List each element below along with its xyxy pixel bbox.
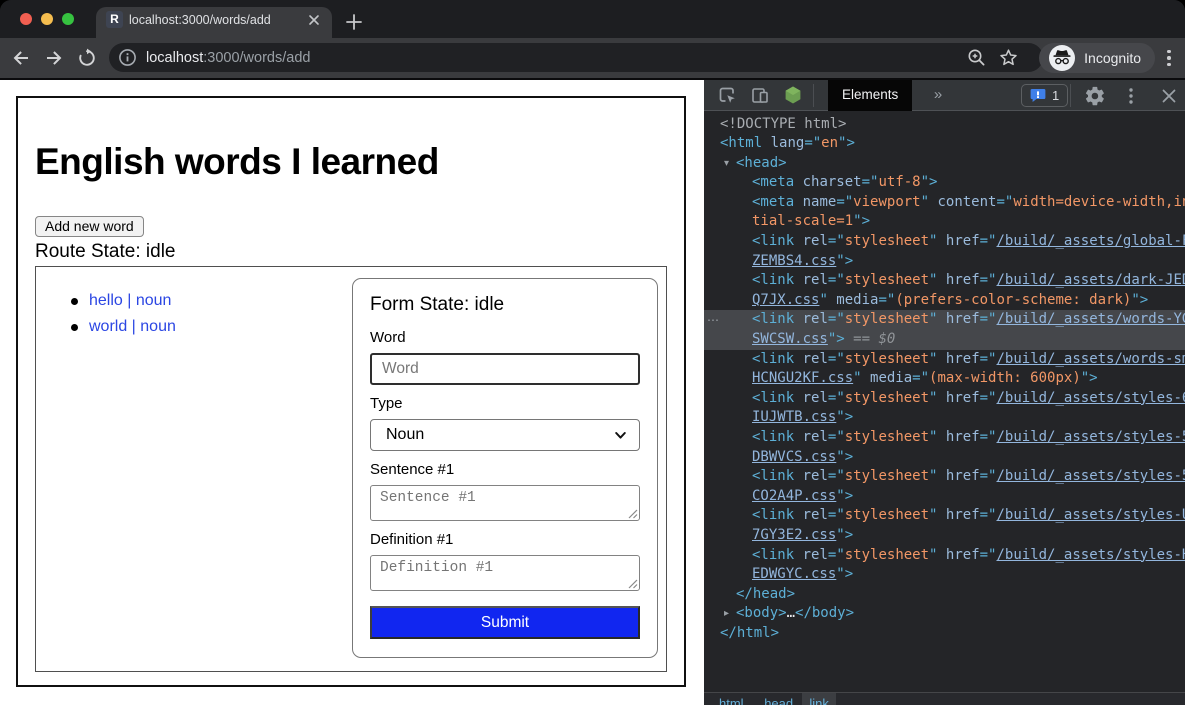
type-select-value: Noun (386, 426, 424, 444)
dom-node-line[interactable]: <html lang="en"> (704, 134, 1185, 154)
dom-node-line[interactable]: <!DOCTYPE html> (704, 115, 1185, 135)
page-viewport: English words I learned Add new word Rou… (0, 80, 704, 705)
zoom-icon[interactable] (967, 48, 986, 67)
browser-menu-kebab-icon[interactable] (1159, 47, 1179, 69)
dom-node-line[interactable]: <meta charset="utf-8"> (704, 173, 1185, 193)
definition-label: Definition #1 (370, 531, 640, 549)
submit-button[interactable]: Submit (370, 606, 640, 639)
words-panel: hello | noun world | noun Form State: id… (35, 266, 667, 672)
add-word-form: Form State: idle Word Type Noun Sentence… (352, 278, 658, 658)
more-tabs-icon[interactable]: » (927, 83, 949, 107)
toolbar-separator (813, 84, 814, 107)
toolbar-separator (1070, 84, 1071, 107)
definition-textarea[interactable] (370, 555, 640, 591)
dom-node-line[interactable]: <link rel="stylesheet" href="/build/_ass… (704, 506, 1185, 526)
dom-node-line[interactable]: <link rel="stylesheet" href="/build/_ass… (704, 232, 1185, 252)
add-new-word-button[interactable]: Add new word (35, 216, 144, 237)
devtools-panel: Elements » 1 (704, 80, 1185, 705)
tab-close-icon[interactable] (306, 12, 322, 28)
browser-window: R localhost:3000/words/add (0, 0, 1185, 705)
new-tab-button[interactable] (340, 8, 368, 36)
breadcrumb-html[interactable]: html (712, 693, 751, 705)
sentence-label: Sentence #1 (370, 461, 640, 479)
url-text[interactable]: localhost:3000/words/add (146, 49, 310, 67)
dom-node-line[interactable]: DBWVCS.css"> (704, 448, 1185, 468)
issues-chat-icon (1030, 88, 1046, 103)
bookmark-star-icon[interactable] (998, 47, 1019, 68)
word-link-hello[interactable]: hello | noun (89, 292, 171, 309)
route-state-text: Route State: idle (35, 241, 175, 263)
dom-node-line-selected[interactable]: SWCSW.css"> == $0 (704, 330, 1185, 350)
traffic-light-minimize-button[interactable] (41, 13, 53, 25)
devtools-breadcrumbs: html headlink (704, 692, 1185, 705)
reload-button-icon[interactable] (76, 47, 98, 69)
tab-strip: R localhost:3000/words/add (0, 0, 1185, 38)
inspect-element-icon[interactable] (717, 85, 737, 105)
site-info-icon[interactable] (118, 48, 137, 67)
dom-node-line[interactable]: <link rel="stylesheet" href="/build/_ass… (704, 428, 1185, 448)
incognito-avatar-icon (1049, 45, 1075, 71)
dom-node-line[interactable]: <meta name="viewport" content="width=dev… (704, 193, 1185, 213)
word-label: Word (370, 329, 640, 347)
word-link-world[interactable]: world | noun (89, 318, 176, 335)
word-input[interactable] (370, 353, 640, 385)
word-list: hello | noun world | noun (36, 288, 176, 340)
browser-tab[interactable]: R localhost:3000/words/add (96, 7, 332, 38)
dom-node-line[interactable]: HCNGU2KF.css" media="(max-width: 600px)"… (704, 369, 1185, 389)
chevron-down-icon (614, 429, 627, 442)
dom-node-line[interactable]: <link rel="stylesheet" href="/build/_ass… (704, 389, 1185, 409)
address-bar[interactable]: localhost:3000/words/add (109, 43, 1043, 72)
remix-favicon-icon: R (106, 11, 123, 28)
word-list-item: world | noun (36, 314, 176, 340)
incognito-badge[interactable]: Incognito (1039, 43, 1155, 73)
nodejs-extension-icon[interactable] (783, 85, 803, 105)
dom-node-line[interactable]: Q7JX.css" media="(prefers-color-scheme: … (704, 291, 1185, 311)
expand-arrow-open-icon[interactable]: ▾ (724, 154, 729, 174)
devtools-menu-kebab-icon[interactable] (1120, 85, 1142, 107)
url-host: localhost (146, 50, 203, 66)
dom-node-line[interactable]: </head> (704, 585, 1185, 605)
breadcrumb-head[interactable]: head (757, 693, 800, 705)
sentence-textarea[interactable] (370, 485, 640, 521)
dom-node-line[interactable]: EDWGYC.css"> (704, 565, 1185, 585)
settings-gear-icon[interactable] (1084, 85, 1106, 107)
word-list-item: hello | noun (36, 288, 176, 314)
type-label: Type (370, 395, 640, 413)
traffic-light-maximize-button[interactable] (62, 13, 74, 25)
dom-node-line[interactable]: ▾<head> (704, 154, 1185, 174)
expand-arrow-closed-icon[interactable]: ▸ (724, 604, 729, 624)
issues-count: 1 (1052, 88, 1059, 103)
dom-node-line[interactable]: ZEMBS4.css"> (704, 252, 1185, 272)
page-title: English words I learned (35, 140, 439, 184)
tab-title: localhost:3000/words/add (129, 12, 271, 28)
dom-node-line[interactable]: tial-scale=1"> (704, 212, 1185, 232)
dom-node-line-selected[interactable]: ⋯<link rel="stylesheet" href="/build/_as… (704, 310, 1185, 330)
form-state-text: Form State: idle (370, 293, 640, 317)
browser-toolbar: localhost:3000/words/add (0, 38, 1185, 78)
node-options-gutter-icon[interactable]: ⋯ (707, 311, 720, 331)
devtools-close-icon[interactable] (1158, 85, 1180, 107)
breadcrumb-link[interactable]: link (802, 693, 836, 705)
devtools-toolbar: Elements » 1 (704, 80, 1185, 111)
back-button-icon[interactable] (10, 47, 32, 69)
issues-counter[interactable]: 1 (1021, 84, 1068, 107)
type-select[interactable]: Noun (370, 419, 640, 451)
dom-node-line[interactable]: CO2A4P.css"> (704, 487, 1185, 507)
dom-node-line[interactable]: IUJWTB.css"> (704, 408, 1185, 428)
device-toolbar-icon[interactable] (750, 85, 770, 105)
dom-node-line[interactable]: <link rel="stylesheet" href="/build/_ass… (704, 546, 1185, 566)
dom-node-line[interactable]: ▸<body>…</body> (704, 604, 1185, 624)
dom-node-line[interactable]: <link rel="stylesheet" href="/build/_ass… (704, 350, 1185, 370)
dom-node-line[interactable]: <link rel="stylesheet" href="/build/_ass… (704, 271, 1185, 291)
app-container: English words I learned Add new word Rou… (16, 96, 686, 687)
traffic-light-close-button[interactable] (20, 13, 32, 25)
url-path: :3000/words/add (203, 50, 310, 66)
dom-node-line[interactable]: </html> (704, 624, 1185, 644)
dom-node-line[interactable]: 7GY3E2.css"> (704, 526, 1185, 546)
elements-tree[interactable]: <!DOCTYPE html><html lang="en">▾<head><m… (704, 112, 1185, 672)
tab-elements[interactable]: Elements (828, 80, 912, 111)
forward-button-icon[interactable] (43, 47, 65, 69)
dom-node-line[interactable]: <link rel="stylesheet" href="/build/_ass… (704, 467, 1185, 487)
incognito-label: Incognito (1084, 50, 1141, 66)
